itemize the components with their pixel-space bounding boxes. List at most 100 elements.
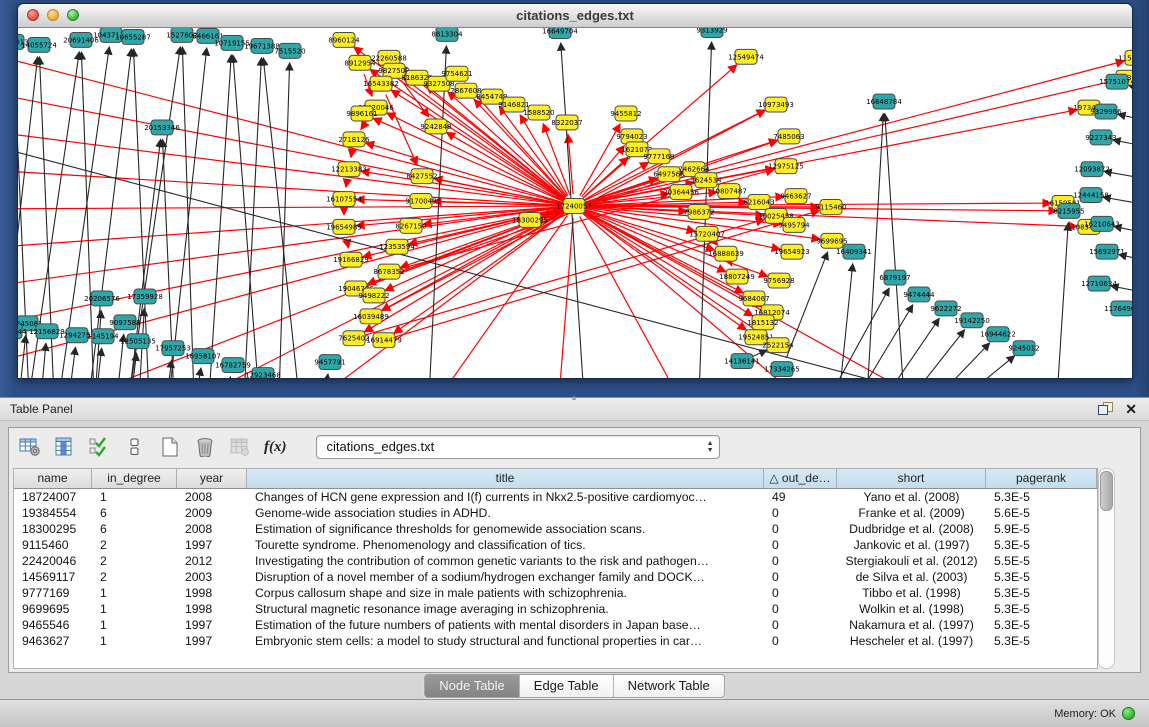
table-cell[interactable]: 5.3E-5 xyxy=(986,585,1097,601)
table-cell[interactable]: 1998 xyxy=(177,601,247,617)
network-edge[interactable] xyxy=(18,209,562,368)
network-node[interactable]: 6216043 xyxy=(743,195,774,210)
table-cell[interactable]: 5.3E-5 xyxy=(986,601,1097,617)
network-node[interactable]: 9097588 xyxy=(109,315,140,330)
table-cell[interactable]: 5.6E-5 xyxy=(986,505,1097,521)
network-node[interactable]: 1815132 xyxy=(747,315,778,330)
table-cell[interactable]: 18724007 xyxy=(14,489,92,505)
table-cell[interactable]: 0 xyxy=(764,617,837,633)
table-cell[interactable]: Corpus callosum shape and size in male p… xyxy=(247,585,764,601)
network-edge[interactable] xyxy=(580,124,620,196)
network-node[interactable]: 8215955 xyxy=(1053,203,1084,218)
network-edge[interactable] xyxy=(1057,223,1068,378)
memory-ok-icon[interactable] xyxy=(1122,707,1135,720)
column-header-title[interactable]: title xyxy=(247,469,764,488)
network-edge[interactable] xyxy=(226,377,231,378)
network-node[interactable]: 17334265 xyxy=(764,362,800,377)
network-node[interactable]: 1145194 xyxy=(87,329,119,344)
table-cell[interactable]: Hescheler et al. (1997) xyxy=(837,633,986,649)
column-header-in_degree[interactable]: in_degree xyxy=(92,469,177,488)
table-cell[interactable]: 1 xyxy=(92,489,177,505)
table-cell[interactable]: 22420046 xyxy=(14,553,92,569)
network-node[interactable]: 8960124 xyxy=(328,32,360,47)
float-window-icon[interactable] xyxy=(1098,402,1113,415)
table-cell[interactable]: 5.3E-5 xyxy=(986,633,1097,649)
table-cell[interactable]: 1997 xyxy=(177,633,247,649)
network-node[interactable]: 10973493 xyxy=(758,97,794,112)
network-node[interactable]: 9498222 xyxy=(358,288,389,303)
table-row[interactable]: 977716911998Corpus callosum shape and si… xyxy=(14,585,1097,601)
column-header-name[interactable]: name xyxy=(14,469,92,488)
network-node[interactable]: 9754621 xyxy=(441,66,472,81)
table-cell[interactable]: de Silva et al. (2003) xyxy=(837,569,986,585)
table-cell[interactable]: Structural magnetic resonance image aver… xyxy=(247,601,764,617)
table-cell[interactable]: 5.3E-5 xyxy=(986,617,1097,633)
network-node[interactable]: 16888639 xyxy=(708,246,744,261)
network-node[interactable]: 12549474 xyxy=(728,49,764,64)
table-cell[interactable]: 19384554 xyxy=(14,505,92,521)
network-edge[interactable] xyxy=(69,347,75,378)
table-cell[interactable]: 9463627 xyxy=(14,633,92,649)
network-node[interactable]: 16944622 xyxy=(980,327,1016,342)
network-edge[interactable] xyxy=(911,330,965,378)
network-node[interactable]: 9495794 xyxy=(778,217,810,232)
network-edge[interactable] xyxy=(885,113,904,378)
table-row[interactable]: 946362711997Embryonic stem cells: a mode… xyxy=(14,633,1097,649)
network-edge[interactable] xyxy=(19,335,26,378)
table-cell[interactable]: 2 xyxy=(92,553,177,569)
table-settings-icon[interactable] xyxy=(19,437,41,457)
table-cell[interactable]: 2008 xyxy=(177,489,247,505)
table-cell[interactable]: 0 xyxy=(764,521,837,537)
network-edge[interactable] xyxy=(182,47,194,378)
network-node[interactable]: 9457791 xyxy=(314,355,345,370)
network-node[interactable]: 12975125 xyxy=(768,159,804,174)
delete-table-icon[interactable] xyxy=(194,437,216,457)
network-edge[interactable] xyxy=(839,264,853,378)
table-selector-dropdown[interactable]: citations_edges.txt ▲▼ xyxy=(316,435,720,459)
network-node[interactable]: 9777169 xyxy=(643,149,674,164)
network-edge[interactable] xyxy=(885,318,939,378)
network-node[interactable]: 16914479 xyxy=(366,333,402,348)
column-header-out_de[interactable]: △ out_de… xyxy=(764,469,837,488)
table-cell[interactable]: 9115460 xyxy=(14,537,92,553)
close-window-icon[interactable] xyxy=(27,9,39,21)
network-edge[interactable] xyxy=(41,343,46,378)
split-pane-grip[interactable]: ▴ xyxy=(567,394,581,401)
table-cell[interactable]: 1997 xyxy=(177,537,247,553)
network-node[interactable]: 9756928 xyxy=(763,273,794,288)
network-edge[interactable] xyxy=(18,129,562,204)
network-node[interactable]: 16039489 xyxy=(353,309,389,324)
network-edge[interactable] xyxy=(18,50,562,203)
network-node[interactable]: 2718126 xyxy=(338,132,369,147)
network-node[interactable]: 19654923 xyxy=(774,244,810,259)
network-node[interactable]: 7485063 xyxy=(773,129,804,144)
table-cell[interactable]: 2 xyxy=(92,569,177,585)
table-cell[interactable]: 6 xyxy=(92,505,177,521)
table-cell[interactable]: 18300295 xyxy=(14,521,92,537)
table-cell[interactable]: 0 xyxy=(764,569,837,585)
network-node[interactable]: 9463627 xyxy=(780,189,811,204)
table-scrollbar-thumb[interactable] xyxy=(1100,471,1113,511)
network-node[interactable]: 2522154 xyxy=(762,338,794,353)
network-edge[interactable] xyxy=(867,113,883,378)
table-scrollbar[interactable] xyxy=(1098,468,1115,669)
network-node[interactable]: 7625402 xyxy=(338,331,369,346)
table-cell[interactable]: Yano et al. (2008) xyxy=(837,489,986,505)
network-edge[interactable] xyxy=(963,356,1015,378)
network-edge[interactable] xyxy=(446,132,563,200)
table-cell[interactable]: Stergiakouli et al. (2012) xyxy=(837,553,986,569)
table-row[interactable]: 1938455462009Genome-wide association stu… xyxy=(14,505,1097,521)
table-cell[interactable]: 1 xyxy=(92,585,177,601)
table-cell[interactable]: 9699695 xyxy=(14,601,92,617)
network-edge[interactable] xyxy=(429,46,446,378)
network-node[interactable]: 15692971 xyxy=(1089,244,1125,259)
network-edge[interactable] xyxy=(857,305,913,378)
table-cell[interactable]: 14569117 xyxy=(14,569,92,585)
network-node[interactable]: 19142250 xyxy=(954,313,990,328)
table-cell[interactable]: Estimation of significance thresholds fo… xyxy=(247,521,764,537)
table-mode-icon[interactable] xyxy=(124,437,146,457)
table-cell[interactable]: 5.3E-5 xyxy=(986,569,1097,585)
table-cell[interactable]: 5.3E-5 xyxy=(986,537,1097,553)
network-node[interactable]: 11548081 xyxy=(1118,50,1132,65)
network-edge[interactable] xyxy=(586,80,1116,203)
